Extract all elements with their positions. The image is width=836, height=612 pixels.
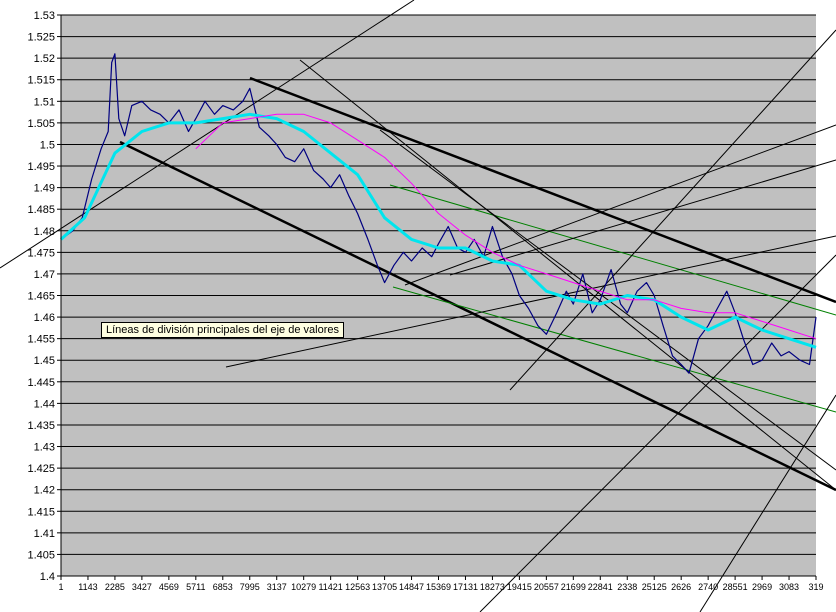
- y-tick-label: 1.44: [34, 398, 55, 410]
- x-tick-label: 2338: [617, 582, 637, 592]
- x-tick-label: 2740: [698, 582, 718, 592]
- x-tick-label: 1: [58, 582, 63, 592]
- x-tick-label: 2285: [105, 582, 125, 592]
- y-tick-label: 1.495: [27, 161, 55, 173]
- y-tick-label: 1.48: [34, 226, 55, 238]
- x-tick-label: 319: [808, 582, 823, 592]
- y-tick-label: 1.475: [27, 247, 55, 259]
- x-tick-label: 17131: [453, 582, 478, 592]
- x-tick-label: 13705: [372, 582, 397, 592]
- y-tick-label: 1.52: [34, 53, 55, 65]
- x-tick-label: 25125: [642, 582, 667, 592]
- x-tick-label: 3427: [132, 582, 152, 592]
- y-tick-label: 1.49: [34, 183, 55, 195]
- x-tick-label: 6853: [213, 582, 233, 592]
- y-tick-label: 1.455: [27, 334, 55, 346]
- x-tick-label: 5711: [186, 582, 205, 592]
- x-tick-label: 18273: [480, 582, 505, 592]
- x-tick-label: 4569: [159, 582, 179, 592]
- x-tick-label: 21699: [561, 582, 586, 592]
- x-tick-label: 28551: [723, 582, 748, 592]
- chart-container: 1.53 1.525 1.52 1.515 1.51 1.505 1.5 1.495 1.49 1…: [0, 0, 836, 612]
- y-tick-label: 1.43: [34, 442, 55, 454]
- y-tick-label: 1.435: [27, 420, 55, 432]
- y-tick-label: 1.415: [27, 506, 55, 518]
- y-tick-label: 1.46: [34, 312, 55, 324]
- y-tick-label: 1.515: [27, 75, 55, 87]
- x-tick-label: 2626: [671, 582, 691, 592]
- x-tick-label: 2969: [752, 582, 772, 592]
- y-tick-label: 1.51: [34, 96, 55, 108]
- y-tick-label: 1.445: [27, 377, 55, 389]
- x-tick-label: 11421: [318, 582, 342, 592]
- y-tick-label: 1.41: [34, 528, 55, 540]
- x-axis-ticks: 1 1143 2285 3427 4569 5711 6853 7995 3137 10279 11…: [58, 576, 824, 592]
- gridline-tooltip: Líneas de división principales del eje d…: [101, 322, 344, 338]
- y-tick-label: 1.4: [40, 571, 55, 583]
- y-tick-label: 1.53: [34, 10, 55, 22]
- x-tick-label: 15369: [426, 582, 451, 592]
- y-tick-label: 1.485: [27, 204, 55, 216]
- x-tick-label: 3137: [267, 582, 287, 592]
- y-tick-label: 1.42: [34, 485, 55, 497]
- x-tick-label: 1143: [78, 582, 97, 592]
- y-tick-label: 1.505: [27, 118, 55, 130]
- y-tick-label: 1.405: [27, 549, 55, 561]
- y-tick-label: 1.45: [34, 355, 55, 367]
- y-tick-label: 1.425: [27, 463, 55, 475]
- y-axis-ticks: 1.53 1.525 1.52 1.515 1.51 1.505 1.5 1.495 1.49 1…: [27, 10, 61, 583]
- x-tick-label: 20557: [534, 582, 559, 592]
- x-tick-label: 22841: [588, 582, 613, 592]
- x-tick-label: 3083: [779, 582, 799, 592]
- x-tick-label: 14847: [399, 582, 424, 592]
- y-tick-label: 1.47: [34, 269, 55, 281]
- x-tick-label: 7995: [240, 582, 260, 592]
- x-tick-label: 10279: [291, 582, 316, 592]
- line-chart: 1.53 1.525 1.52 1.515 1.51 1.505 1.5 1.495 1.49 1…: [0, 0, 836, 612]
- x-tick-label: 19415: [507, 582, 532, 592]
- y-tick-label: 1.525: [27, 32, 55, 44]
- x-tick-label: 12563: [345, 582, 370, 592]
- y-tick-label: 1.5: [40, 139, 55, 151]
- y-tick-label: 1.465: [27, 291, 55, 303]
